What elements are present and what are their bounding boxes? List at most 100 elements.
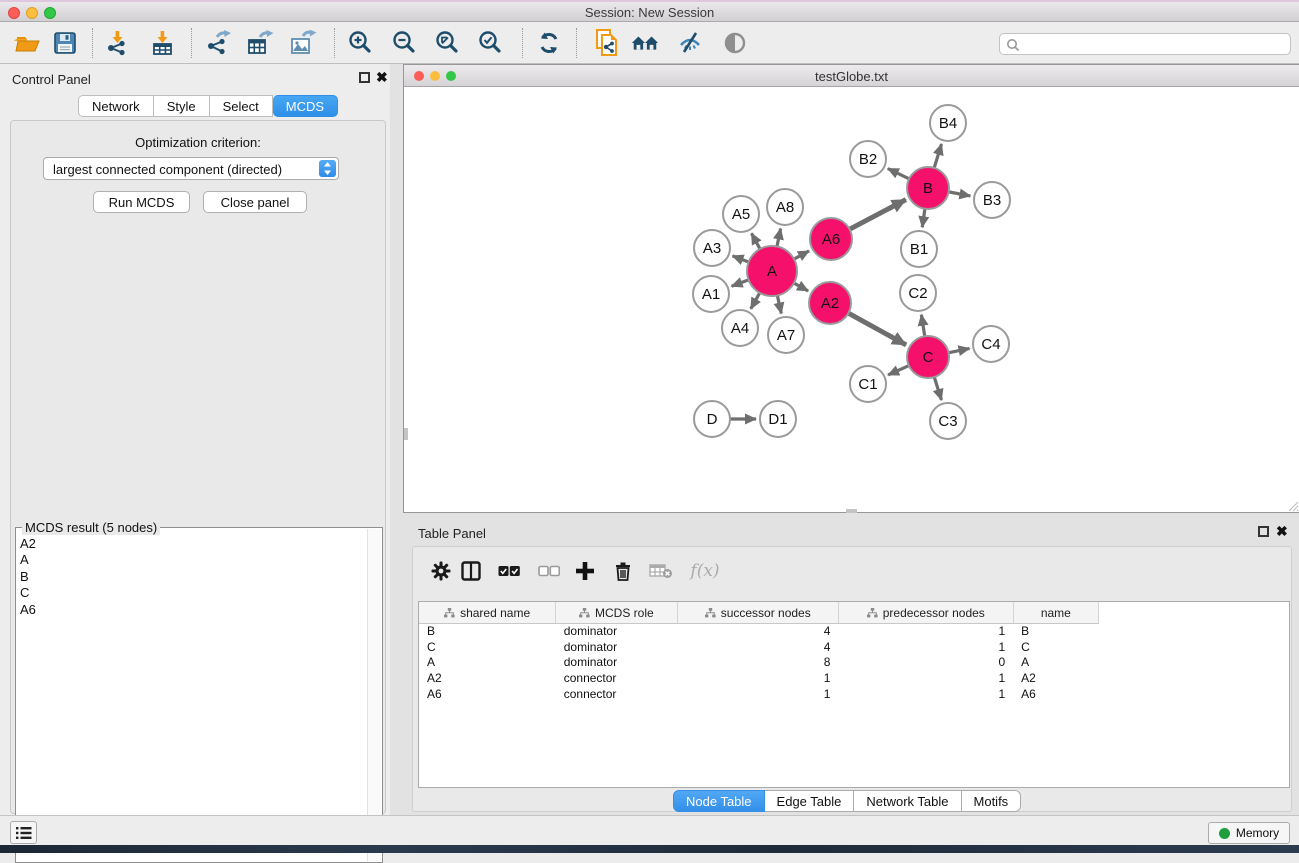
criterion-dropdown[interactable]: largest connected component (directed) — [43, 157, 339, 180]
network-graph[interactable]: B4B2BB3A5A8A6A3AB1A1A2C2A4A7C4CC1C3DD1 — [404, 88, 1299, 512]
export-network-button[interactable] — [203, 29, 233, 57]
edge-A-A1[interactable] — [732, 279, 751, 286]
node-B4[interactable]: B4 — [930, 105, 966, 141]
edge-B-B4[interactable] — [934, 144, 942, 170]
table-row[interactable]: Bdominator41B — [419, 623, 1099, 639]
edge-B-B3[interactable] — [947, 192, 971, 196]
table-cell[interactable]: B — [1013, 623, 1098, 639]
table-row[interactable]: Adominator80A — [419, 654, 1099, 670]
node-A6[interactable]: A6 — [810, 218, 852, 260]
result-scrollbar[interactable] — [367, 529, 381, 861]
column-header[interactable]: name — [1013, 602, 1098, 623]
tab-network-table[interactable]: Network Table — [854, 790, 961, 812]
show-columns-button[interactable] — [457, 557, 485, 585]
table-close-icon[interactable]: ✖ — [1276, 526, 1288, 537]
clone-network-button[interactable] — [592, 29, 622, 57]
table-cell[interactable]: A2 — [419, 670, 556, 686]
node-C4[interactable]: C4 — [973, 326, 1009, 362]
node-B1[interactable]: B1 — [901, 231, 937, 267]
table-cell[interactable]: 1 — [838, 639, 1013, 655]
edge-A-A4[interactable] — [751, 291, 761, 309]
tab-node-table[interactable]: Node Table — [673, 790, 765, 812]
node-A2[interactable]: A2 — [809, 282, 851, 324]
node-B3[interactable]: B3 — [974, 182, 1010, 218]
search-input[interactable] — [1024, 35, 1284, 53]
table-float-icon[interactable] — [1258, 526, 1269, 537]
node-A5[interactable]: A5 — [723, 196, 759, 232]
node-A1[interactable]: A1 — [693, 276, 729, 312]
delete-columns-button[interactable] — [609, 557, 637, 585]
table-cell[interactable]: A6 — [1013, 686, 1098, 702]
node-D[interactable]: D — [694, 401, 730, 437]
table-cell[interactable]: connector — [556, 670, 677, 686]
table-cell[interactable]: 0 — [838, 654, 1013, 670]
zoom-selected-button[interactable] — [475, 29, 505, 57]
node-C2[interactable]: C2 — [900, 275, 936, 311]
add-column-button[interactable] — [571, 557, 599, 585]
table-options-button[interactable] — [427, 557, 455, 585]
resize-grip-icon[interactable] — [1285, 498, 1299, 512]
table-cell[interactable]: dominator — [556, 654, 677, 670]
home-layout-button[interactable] — [630, 29, 660, 57]
column-header[interactable]: shared name — [419, 602, 556, 623]
table-cell[interactable]: 1 — [677, 686, 838, 702]
node-A3[interactable]: A3 — [694, 230, 730, 266]
edge-A-A8[interactable] — [777, 229, 781, 249]
close-panel-button[interactable]: Close panel — [203, 191, 307, 213]
show-panels-button[interactable] — [10, 821, 37, 844]
table-cell[interactable]: 8 — [677, 654, 838, 670]
edge-C-C2[interactable] — [921, 315, 925, 338]
table-row[interactable]: A6connector11A6 — [419, 686, 1099, 702]
table-cell[interactable]: 1 — [838, 670, 1013, 686]
result-item[interactable]: A6 — [20, 602, 36, 618]
node-D1[interactable]: D1 — [760, 401, 796, 437]
node-A4[interactable]: A4 — [722, 310, 758, 346]
hide-graphics-details-button[interactable] — [676, 29, 706, 57]
float-panel-icon[interactable] — [359, 72, 370, 83]
tab-network[interactable]: Network — [78, 95, 154, 117]
tab-select[interactable]: Select — [210, 95, 273, 117]
memory-button[interactable]: Memory — [1208, 822, 1290, 844]
table-cell[interactable]: C — [1013, 639, 1098, 655]
zoom-in-button[interactable] — [345, 29, 375, 57]
edge-A-A7[interactable] — [777, 293, 781, 313]
edge-C-C3[interactable] — [934, 375, 942, 400]
node-A8[interactable]: A8 — [767, 189, 803, 225]
table-cell[interactable]: 1 — [838, 623, 1013, 639]
table-cell[interactable]: A — [1013, 654, 1098, 670]
table-cell[interactable]: B — [419, 623, 556, 639]
table-cell[interactable]: 1 — [838, 686, 1013, 702]
select-all-button[interactable] — [495, 557, 523, 585]
tab-style[interactable]: Style — [154, 95, 210, 117]
horizontal-scroll-indicator[interactable] — [846, 509, 857, 513]
result-item[interactable]: B — [20, 569, 36, 585]
export-image-button[interactable] — [288, 29, 318, 57]
tab-motifs[interactable]: Motifs — [962, 790, 1022, 812]
zoom-out-button[interactable] — [389, 29, 419, 57]
edge-C-C1[interactable] — [888, 365, 911, 375]
node-C[interactable]: C — [907, 336, 949, 378]
node-B[interactable]: B — [907, 167, 949, 209]
table-cell[interactable]: A — [419, 654, 556, 670]
table-row[interactable]: A2connector11A2 — [419, 670, 1099, 686]
show-graphics-details-button[interactable] — [720, 29, 750, 57]
import-network-button[interactable] — [103, 29, 133, 57]
column-header[interactable]: MCDS role — [556, 602, 677, 623]
result-item[interactable]: A2 — [20, 536, 36, 552]
table-cell[interactable]: A2 — [1013, 670, 1098, 686]
function-builder-button[interactable]: f(x) — [685, 557, 725, 585]
column-header[interactable]: successor nodes — [677, 602, 838, 623]
result-item[interactable]: A — [20, 552, 36, 568]
table-cell[interactable]: C — [419, 639, 556, 655]
save-session-button[interactable] — [50, 29, 80, 57]
edge-B-B2[interactable] — [888, 169, 911, 180]
node-C3[interactable]: C3 — [930, 403, 966, 439]
open-session-button[interactable] — [13, 29, 43, 57]
import-table-button[interactable] — [148, 29, 178, 57]
node-A7[interactable]: A7 — [768, 317, 804, 353]
tab-edge-table[interactable]: Edge Table — [765, 790, 855, 812]
table-cell[interactable]: dominator — [556, 639, 677, 655]
export-table-button[interactable] — [245, 29, 275, 57]
tab-mcds[interactable]: MCDS — [273, 95, 338, 117]
delete-table-button[interactable] — [647, 557, 675, 585]
